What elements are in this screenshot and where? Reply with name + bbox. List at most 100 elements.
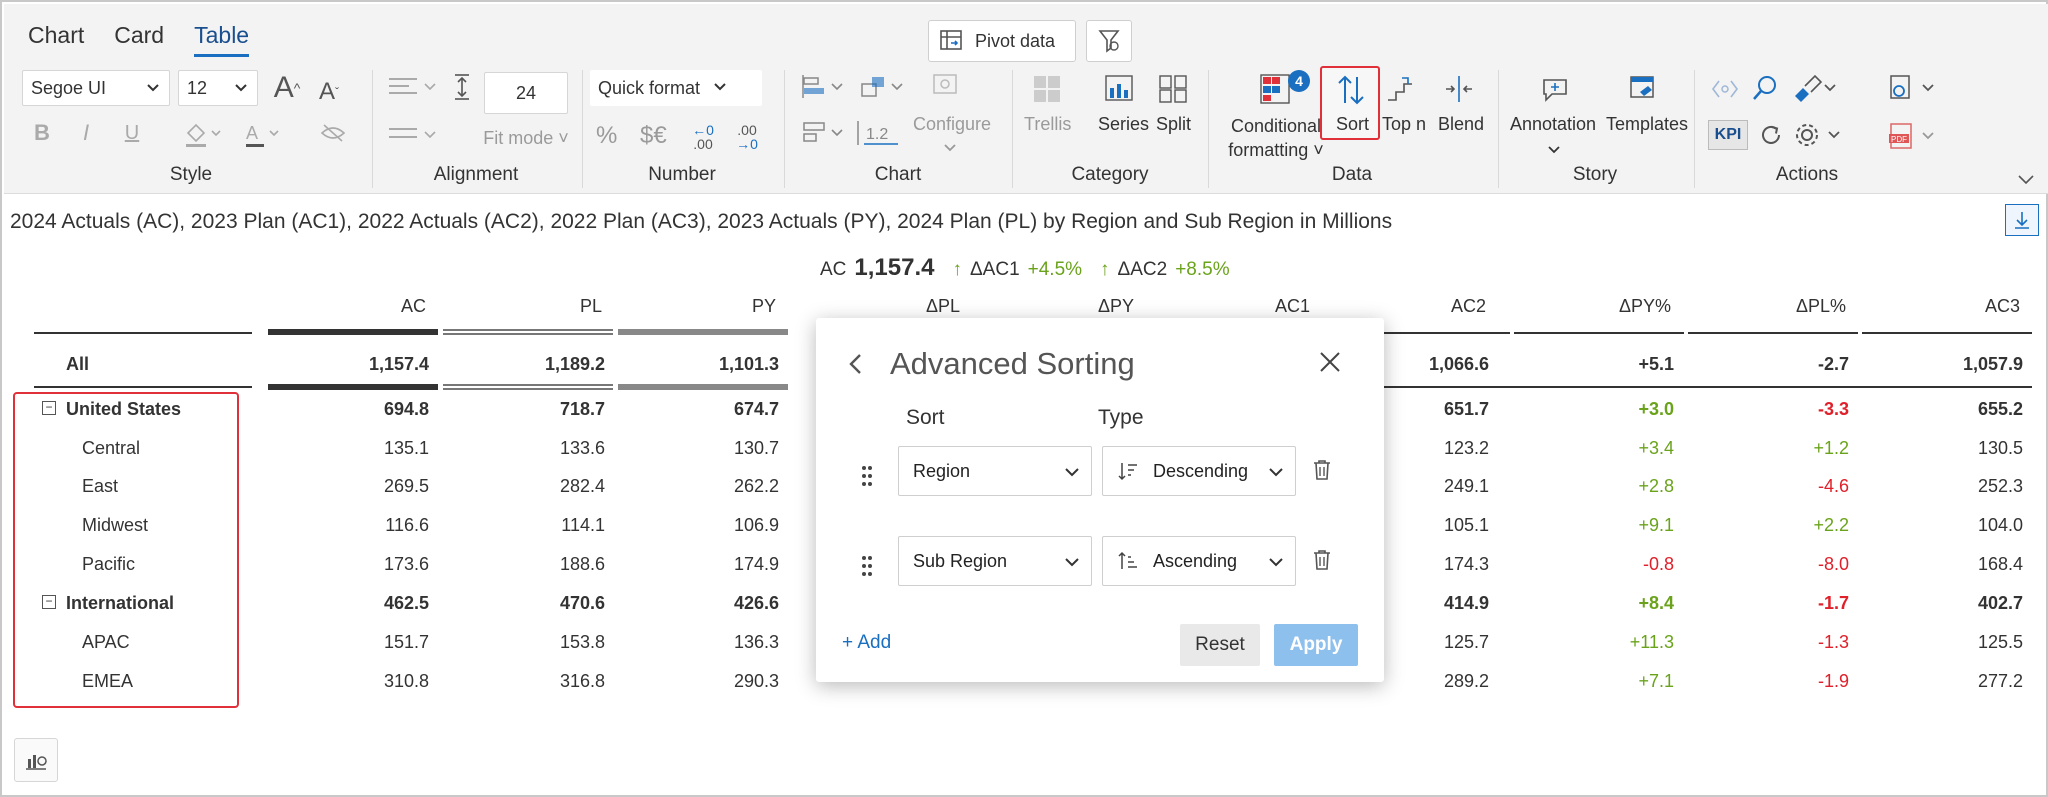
sort-field-select-2[interactable]: Sub Region: [898, 536, 1092, 586]
cell-py: 106.9: [733, 515, 779, 535]
font-color-icon[interactable]: A: [238, 116, 286, 152]
chevron-down-icon: [1269, 558, 1283, 567]
export-settings-icon[interactable]: [1884, 72, 1940, 104]
decrease-decimal-icon[interactable]: ←0.00: [686, 120, 720, 154]
alignment-group: 24 Fit mode ˅ Alignment: [376, 66, 576, 188]
line-height-icon[interactable]: [450, 72, 474, 102]
sort-type-select-2[interactable]: Ascending: [1102, 536, 1296, 586]
row-height-input[interactable]: 24: [484, 72, 568, 114]
collapse-ribbon-icon[interactable]: [2016, 172, 2036, 188]
number-group-label: Number: [648, 164, 716, 185]
templates-button[interactable]: Templates: [1606, 114, 1688, 135]
underline-icon[interactable]: U: [120, 118, 144, 148]
total-rule: [268, 384, 438, 390]
trellis-button[interactable]: Trellis: [1024, 114, 1071, 135]
italic-icon[interactable]: I: [74, 118, 98, 148]
filter-button[interactable]: [1086, 20, 1132, 62]
vertical-align-icon[interactable]: [386, 120, 442, 150]
trellis-icon: [1030, 72, 1064, 106]
drag-handle-icon[interactable]: [860, 464, 874, 488]
column-header-ac2[interactable]: AC2: [1362, 296, 1486, 317]
pivot-icon: [940, 30, 962, 50]
search-icon[interactable]: [1750, 72, 1780, 104]
pivot-data-button[interactable]: Pivot data: [928, 20, 1076, 62]
column-header-ac3[interactable]: AC3: [1896, 296, 2020, 317]
percent-button[interactable]: %: [596, 122, 617, 150]
column-header-dpy[interactable]: ΔPY: [1010, 296, 1134, 317]
fit-mode-select[interactable]: Fit mode ˅: [476, 128, 576, 149]
bold-icon[interactable]: B: [30, 118, 54, 148]
column-header-pl[interactable]: PL: [478, 296, 602, 317]
cell-ac3: 1,057.9: [1962, 354, 2023, 374]
cell-pl: 718.7: [559, 399, 605, 419]
cell-ac: 269.5: [383, 476, 429, 496]
column-header-ac[interactable]: AC: [302, 296, 426, 317]
header-rule: [1688, 332, 1858, 334]
axis-icon[interactable]: [798, 118, 852, 148]
annotation-button[interactable]: Annotation: [1510, 114, 1596, 135]
align-icon[interactable]: [386, 72, 442, 102]
delete-icon[interactable]: [1312, 548, 1332, 572]
dialog-title: Advanced Sorting: [890, 346, 1135, 381]
increase-font-icon[interactable]: A ^: [270, 70, 304, 106]
row-height-value: 24: [515, 82, 537, 103]
back-chevron-icon[interactable]: [846, 352, 866, 376]
settings-icon[interactable]: [1794, 120, 1844, 150]
number-group: Quick format % $€ ←0.00 .00 →0 Number: [586, 66, 778, 188]
conditional-formatting-button[interactable]: Conditional formatting ˅: [1222, 114, 1330, 162]
sort-field-select-1[interactable]: Region: [898, 446, 1092, 496]
increase-decimal-icon[interactable]: .00 →0: [730, 120, 764, 154]
header-rule: [1382, 332, 1510, 334]
chart-type-icon[interactable]: [798, 72, 852, 102]
sort-type-select-1[interactable]: Descending: [1102, 446, 1296, 496]
hide-icon[interactable]: [316, 118, 350, 148]
data-labels-icon[interactable]: 1.2: [856, 118, 902, 148]
column-header-dpy-pct[interactable]: ΔPY%: [1547, 296, 1671, 317]
font-family-select[interactable]: Segoe UI: [22, 70, 170, 106]
fit-mode-value: Fit mode: [483, 128, 554, 148]
embed-icon[interactable]: [1710, 74, 1740, 104]
close-icon[interactable]: [1318, 350, 1342, 374]
kpi-button[interactable]: KPI: [1708, 120, 1748, 150]
quick-format-select[interactable]: Quick format: [590, 70, 762, 106]
row-label-all[interactable]: All: [66, 354, 89, 375]
apply-button[interactable]: Apply: [1274, 624, 1358, 666]
alignment-group-label: Alignment: [433, 164, 519, 185]
sort-field-value: Region: [913, 460, 971, 481]
font-size-select[interactable]: 12: [178, 70, 258, 106]
column-header-ac1[interactable]: AC1: [1186, 296, 1310, 317]
configure-label[interactable]: Configure: [912, 114, 992, 135]
series-button[interactable]: Series: [1098, 114, 1149, 135]
delete-icon[interactable]: [1312, 458, 1332, 482]
chart-settings-button[interactable]: [14, 738, 58, 782]
chart-group: 1.2 Configure Chart: [788, 66, 1008, 188]
column-header-dpl[interactable]: ΔPL: [836, 296, 960, 317]
cell-ac3: 104.0: [1977, 515, 2023, 535]
chevron-down-icon: [1065, 468, 1079, 477]
split-icon: [1156, 72, 1190, 106]
tab-table[interactable]: Table: [194, 22, 249, 57]
reset-button[interactable]: Reset: [1180, 624, 1260, 666]
currency-button[interactable]: $€: [640, 122, 667, 150]
decrease-font-icon[interactable]: Aˇ: [312, 74, 346, 110]
paint-brush-icon[interactable]: [1790, 72, 1840, 104]
sort-field-value: Sub Region: [913, 550, 1008, 571]
font-family-value: Segoe UI: [31, 77, 107, 98]
sort-button[interactable]: Sort: [1336, 114, 1369, 135]
column-header-py[interactable]: PY: [652, 296, 776, 317]
tab-chart[interactable]: Chart: [28, 22, 84, 57]
top-n-button[interactable]: Top n: [1382, 114, 1426, 135]
pdf-export-icon[interactable]: PDF: [1884, 120, 1940, 152]
expand-button[interactable]: [2005, 204, 2039, 236]
fill-color-icon[interactable]: [178, 116, 226, 152]
blend-icon: [1442, 72, 1476, 106]
cell-dpl-pct: -8.0: [1817, 554, 1849, 574]
split-button[interactable]: Split: [1156, 114, 1191, 135]
refresh-icon[interactable]: [1756, 120, 1786, 150]
layout-icon[interactable]: [856, 72, 910, 102]
drag-handle-icon[interactable]: [860, 554, 874, 578]
add-sort-rule-link[interactable]: + Add: [842, 632, 891, 654]
blend-button[interactable]: Blend: [1438, 114, 1484, 135]
column-header-dpl-pct[interactable]: ΔPL%: [1722, 296, 1846, 317]
tab-card[interactable]: Card: [114, 22, 164, 57]
